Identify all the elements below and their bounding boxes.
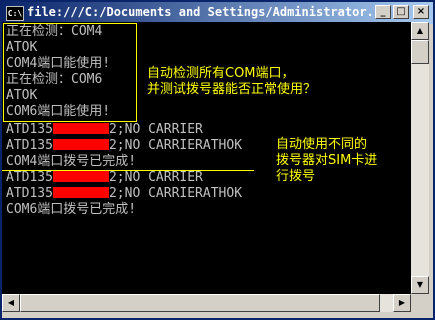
window-title: file:///C:/Documents and Settings/Admini… xyxy=(27,5,389,19)
dial-result: 2;NO CARRIERATHOK xyxy=(108,186,243,201)
dial-result: 2;NO CARRIERATHOK xyxy=(108,138,243,153)
scroll-up-arrow-icon[interactable]: ▲ xyxy=(411,22,429,40)
console-line: COM4端口能使用! xyxy=(6,56,111,71)
annotation-separator xyxy=(2,170,254,171)
annotation-note-1: 自动检测所有COM端口， 并测试拨号器能否正常使用？ xyxy=(147,66,317,97)
console-line: 正在检测：COM6 xyxy=(6,72,103,87)
console-line: ATD135 2;NO CARRIER xyxy=(6,122,203,138)
console-output[interactable]: 正在检测：COM4 ATOK COM4端口能使用! 正在检测：COM6 ATOK… xyxy=(2,22,411,294)
dial-prefix: ATD135 xyxy=(6,122,53,137)
console-line: COM4端口拨号已完成! xyxy=(6,154,137,169)
console-line: ATOK xyxy=(6,88,38,103)
dial-result: 2;NO CARRIER xyxy=(108,122,203,137)
dial-result: 2;NO CARRIER xyxy=(108,170,203,185)
console-line: ATD135 2;NO CARRIER xyxy=(6,170,203,186)
redacted-number xyxy=(52,187,109,198)
close-button[interactable]: × xyxy=(413,5,429,19)
dial-prefix: ATD135 xyxy=(6,170,53,185)
scroll-left-arrow-icon[interactable]: ◀ xyxy=(2,294,20,312)
console-app-icon[interactable]: C:\ xyxy=(6,6,24,21)
title-buttons: _ □ × xyxy=(375,5,429,19)
console-line: COM6端口拨号已完成! xyxy=(6,202,137,217)
console-line: ATD135 2;NO CARRIERATHOK xyxy=(6,186,242,202)
console-line: ATOK xyxy=(6,40,38,55)
minimize-button[interactable]: _ xyxy=(375,5,391,19)
title-bar[interactable]: C:\ file:///C:/Documents and Settings/Ad… xyxy=(2,2,433,24)
vertical-scrollbar[interactable]: ▲ ▼ xyxy=(411,22,429,294)
console-line: 正在检测：COM4 xyxy=(6,24,103,39)
dial-prefix: ATD135 xyxy=(6,186,53,201)
redacted-number xyxy=(52,171,109,182)
console-line: COM6端口能使用! xyxy=(6,104,111,119)
dial-prefix: ATD135 xyxy=(6,138,53,153)
console-line: ATD135 2;NO CARRIERATHOK xyxy=(6,138,242,154)
scroll-right-arrow-icon[interactable]: ▶ xyxy=(393,294,411,312)
annotation-note-2: 自动使用不同的 拨号器对SIM卡进 行拨号 xyxy=(276,137,378,184)
redacted-number xyxy=(52,123,109,134)
horizontal-scrollbar[interactable]: ◀ ▶ xyxy=(2,294,411,312)
vertical-scroll-thumb[interactable] xyxy=(411,40,429,64)
scroll-down-arrow-icon[interactable]: ▼ xyxy=(411,276,429,294)
redacted-number xyxy=(52,139,109,150)
maximize-button[interactable]: □ xyxy=(393,5,409,19)
horizontal-scroll-thumb[interactable] xyxy=(20,294,380,312)
resize-grip[interactable] xyxy=(411,294,429,312)
